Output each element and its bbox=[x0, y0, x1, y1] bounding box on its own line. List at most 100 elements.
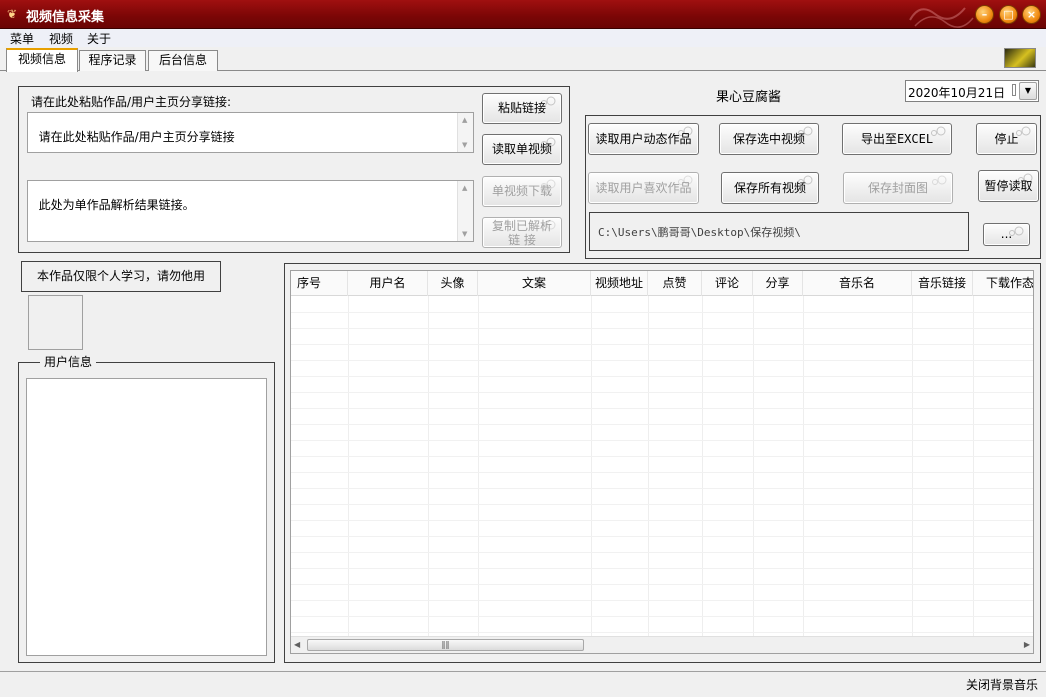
grid-row-line bbox=[291, 584, 1033, 585]
save-path-value: C:\Users\鹏哥哥\Desktop\保存视频\ bbox=[598, 226, 801, 239]
share-link-input[interactable]: 请在此处粘贴作品/用户主页分享链接 ▲ ▼ bbox=[27, 112, 474, 153]
grid-row-line bbox=[291, 600, 1033, 601]
title-decoration bbox=[909, 7, 974, 28]
save-cover-label: 保存封面图 bbox=[867, 181, 928, 195]
grid-row-line bbox=[291, 456, 1033, 457]
parse-result-field[interactable]: 此处为单作品解析结果链接。 ▲ ▼ bbox=[27, 180, 474, 242]
close-icon: × bbox=[1026, 8, 1037, 21]
app-logo-icon: ❦ bbox=[7, 7, 18, 21]
menu-item-video[interactable]: 视频 bbox=[49, 30, 73, 47]
column-header-comments[interactable]: 评论 bbox=[702, 271, 753, 296]
minimize-icon: – bbox=[981, 8, 988, 21]
save-selected-video-label: 保存选中视频 bbox=[732, 132, 805, 146]
horizontal-scrollbar[interactable]: ◀ ‖‖ ▶ bbox=[291, 636, 1033, 653]
stop-button[interactable]: 停止 bbox=[976, 123, 1037, 155]
button-swirl-icon bbox=[932, 175, 947, 185]
tab-program-log[interactable]: 程序记录 bbox=[79, 50, 146, 71]
menu-item-about[interactable]: 关于 bbox=[87, 30, 111, 47]
date-picker-value: 2020年10月21日 bbox=[908, 86, 1006, 100]
grid-row-line bbox=[291, 536, 1033, 537]
maximize-icon: □ bbox=[1003, 8, 1014, 21]
toggle-music-link[interactable]: 关闭背景音乐 bbox=[966, 676, 1038, 693]
column-header-music-name[interactable]: 音乐名 bbox=[803, 271, 912, 296]
browse-button[interactable]: ... bbox=[983, 223, 1030, 246]
video-table[interactable]: 序号 用户名 头像 文案 视频地址 点赞 评论 分享 音乐名 音乐链接 下载作态… bbox=[290, 270, 1034, 654]
grid-row-line bbox=[291, 616, 1033, 617]
date-checkbox[interactable] bbox=[1012, 84, 1016, 96]
user-info-title: 用户信息 bbox=[40, 353, 97, 370]
column-header-index[interactable]: 序号 bbox=[291, 271, 348, 296]
read-user-likes-button[interactable]: 读取用户喜欢作品 bbox=[588, 172, 699, 204]
scrollbar-thumb[interactable]: ‖‖ bbox=[307, 639, 584, 651]
skin-icon[interactable] bbox=[1004, 48, 1036, 68]
scroll-left-icon[interactable]: ◀ bbox=[294, 640, 300, 649]
column-header-music-link[interactable]: 音乐链接 bbox=[912, 271, 973, 296]
read-user-likes-label: 读取用户喜欢作品 bbox=[595, 181, 692, 195]
read-single-video-label: 读取单视频 bbox=[491, 142, 552, 156]
browse-label: ... bbox=[1000, 227, 1013, 241]
grid-row-line bbox=[291, 568, 1033, 569]
grid-row-line bbox=[291, 392, 1033, 393]
scroll-down-icon: ▼ bbox=[462, 230, 468, 238]
paste-link-label: 粘贴链接 bbox=[497, 101, 546, 115]
column-header-video-url[interactable]: 视频地址 bbox=[591, 271, 648, 296]
user-info-panel[interactable] bbox=[26, 378, 267, 656]
single-video-download-button[interactable]: 单视频下载 bbox=[482, 176, 562, 207]
grid-row-line bbox=[291, 424, 1033, 425]
grid-column-line bbox=[348, 296, 349, 638]
maximize-button[interactable]: □ bbox=[999, 5, 1018, 24]
notice-box: 本作品仅限个人学习，请勿他用 bbox=[21, 261, 221, 292]
save-cover-button[interactable]: 保存封面图 bbox=[843, 172, 953, 204]
close-button[interactable]: × bbox=[1022, 5, 1041, 24]
share-link-scrollbar[interactable]: ▲ ▼ bbox=[457, 113, 473, 152]
grid-column-line bbox=[428, 296, 429, 638]
title-bar[interactable]: ❦ 视频信息采集 – □ × bbox=[0, 0, 1046, 29]
copy-parsed-link-button[interactable]: 复制已解析 链 接 bbox=[482, 217, 562, 248]
tab-background-info[interactable]: 后台信息 bbox=[148, 50, 218, 71]
grid-row-line bbox=[291, 488, 1033, 489]
paste-link-button[interactable]: 粘贴链接 bbox=[482, 93, 562, 124]
scroll-up-icon: ▲ bbox=[462, 184, 468, 192]
grid-row-line bbox=[291, 440, 1033, 441]
scroll-down-icon: ▼ bbox=[462, 141, 468, 149]
read-single-video-button[interactable]: 读取单视频 bbox=[482, 134, 562, 165]
save-all-videos-label: 保存所有视频 bbox=[733, 181, 806, 195]
read-user-works-button[interactable]: 读取用户动态作品 bbox=[588, 123, 699, 155]
save-all-videos-button[interactable]: 保存所有视频 bbox=[721, 172, 819, 204]
date-picker[interactable]: 2020年10月21日 ▼ bbox=[905, 80, 1039, 102]
column-header-avatar[interactable]: 头像 bbox=[428, 271, 478, 296]
grid-column-line bbox=[803, 296, 804, 638]
grid-row-line bbox=[291, 312, 1033, 313]
column-header-download-status[interactable]: 下载作态 bbox=[973, 271, 1033, 296]
stop-label: 停止 bbox=[994, 132, 1019, 146]
copy-parsed-link-label: 复制已解析 链 接 bbox=[491, 219, 552, 247]
scroll-right-icon[interactable]: ▶ bbox=[1024, 640, 1030, 649]
grid-row-line bbox=[291, 520, 1033, 521]
column-header-caption[interactable]: 文案 bbox=[478, 271, 591, 296]
notice-text: 本作品仅限个人学习，请勿他用 bbox=[36, 269, 205, 283]
grid-column-line bbox=[753, 296, 754, 638]
column-header-likes[interactable]: 点赞 bbox=[648, 271, 702, 296]
window-title: 视频信息采集 bbox=[26, 10, 105, 25]
column-header-username[interactable]: 用户名 bbox=[348, 271, 428, 296]
grid-row-line bbox=[291, 344, 1033, 345]
grid-row-line bbox=[291, 632, 1033, 633]
save-selected-video-button[interactable]: 保存选中视频 bbox=[719, 123, 819, 155]
grid-row-line bbox=[291, 472, 1033, 473]
scroll-up-icon: ▲ bbox=[462, 116, 468, 124]
pause-read-button[interactable]: 暂停读取 bbox=[978, 170, 1039, 202]
minimize-button[interactable]: – bbox=[975, 5, 994, 24]
parse-result-scrollbar[interactable]: ▲ ▼ bbox=[457, 181, 473, 241]
avatar bbox=[28, 295, 83, 350]
chevron-down-icon[interactable]: ▼ bbox=[1019, 82, 1037, 100]
grid-row-line bbox=[291, 552, 1033, 553]
column-header-shares[interactable]: 分享 bbox=[753, 271, 803, 296]
export-excel-button[interactable]: 导出至EXCEL bbox=[842, 123, 952, 155]
grid-column-line bbox=[702, 296, 703, 638]
grid-row-line bbox=[291, 504, 1033, 505]
menu-item-menu[interactable]: 菜单 bbox=[10, 30, 34, 47]
tab-video-info[interactable]: 视频信息 bbox=[6, 48, 78, 72]
save-path-field[interactable]: C:\Users\鹏哥哥\Desktop\保存视频\ bbox=[589, 212, 969, 251]
single-video-download-label: 单视频下载 bbox=[491, 184, 552, 198]
grid-column-line bbox=[912, 296, 913, 638]
